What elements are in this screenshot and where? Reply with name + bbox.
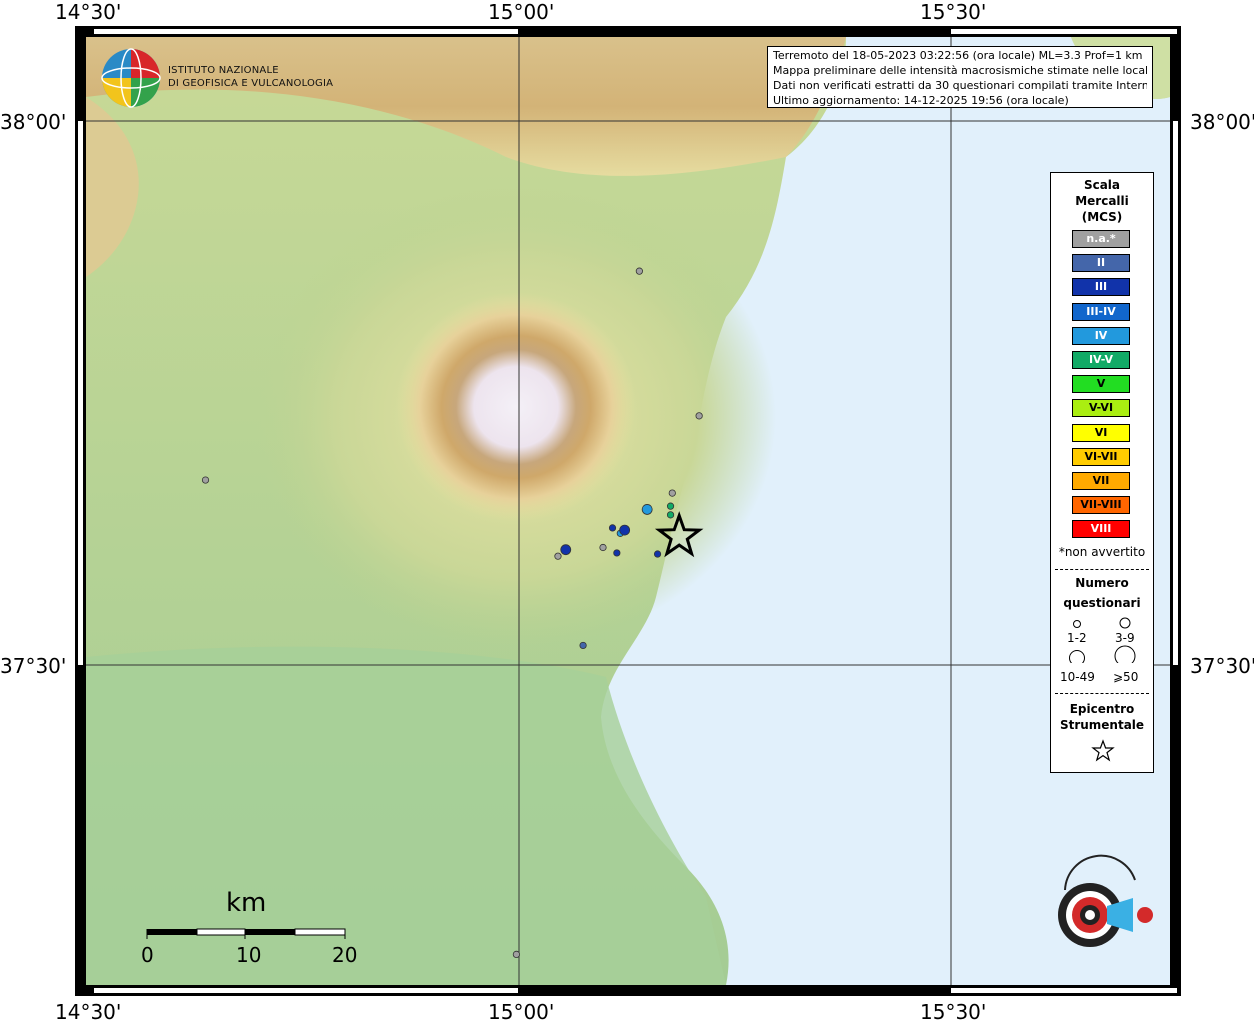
intensity-2: III (1072, 278, 1130, 297)
intensity-3: III-IV (1072, 302, 1130, 321)
intensity-point (619, 524, 631, 536)
intensity-point (668, 489, 676, 497)
questionnaires-title-1: Numero (1075, 576, 1129, 590)
q-size-2: 3-9 (1115, 631, 1135, 645)
legend-title-3: (MCS) (1081, 210, 1123, 224)
bottom-label-2: 15°00' (488, 1000, 555, 1024)
intensity-point (666, 502, 675, 510)
intensity-point (608, 524, 617, 532)
bottom-label-1: 14°30' (55, 1000, 122, 1024)
epicenter-title-2: Strumentale (1059, 718, 1145, 732)
terrain-map (86, 37, 1170, 985)
legend: Scala Mercalli (MCS) n.a.* II III III-IV IV I… (1050, 172, 1154, 773)
right-label-1: 38°00' (1190, 110, 1254, 134)
intensity-5: IV-V (1072, 351, 1130, 369)
intensity-10: VII (1072, 472, 1130, 490)
scale-unit: km (226, 888, 267, 918)
intensity-9: VI-VII (1072, 447, 1130, 466)
right-label-2: 37°30' (1190, 654, 1254, 678)
bottom-label-3: 15°30' (920, 1000, 987, 1024)
info-box: Terremoto del 18-05-2023 03:22:56 (ora l… (767, 46, 1153, 108)
scale-bar (146, 928, 346, 939)
intensity-0: n.a.* (1072, 230, 1130, 248)
intensity-7: V-VI (1072, 399, 1130, 418)
intensity-point (635, 267, 643, 275)
left-label-2: 37°30' (0, 654, 67, 678)
intensity-6: V (1072, 375, 1130, 394)
intensity-11: VII-VIII (1072, 496, 1130, 515)
intensity-point (201, 476, 210, 484)
intensity-point (512, 950, 521, 959)
info-line-2: Mappa preliminare delle intensità macros… (773, 64, 1147, 77)
legend-title-2: Mercalli (1075, 194, 1129, 208)
intensity-point (560, 544, 572, 556)
not-felt-note: *non avvertito (1058, 545, 1146, 559)
intensity-point (695, 412, 703, 420)
info-line-1: Terremoto del 18-05-2023 03:22:56 (ora l… (773, 49, 1143, 62)
epicenter-title-1: Epicentro (1069, 702, 1135, 716)
q-size-1: 1-2 (1067, 631, 1087, 645)
info-line-4: Ultimo aggiornamento: 14-12-2025 19:56 (… (773, 94, 1069, 107)
top-label-1: 14°30' (55, 0, 122, 24)
info-line-3: Dati non verificati estratti da 30 quest… (773, 79, 1147, 92)
intensity-point (554, 552, 562, 560)
intensity-1: II (1072, 254, 1130, 273)
scale-tick-0: 0 (141, 943, 154, 967)
scale-tick-20: 20 (332, 943, 358, 967)
q-size-4: ⩾50 (1113, 670, 1139, 684)
epicenter-star-icon (1091, 739, 1115, 762)
haisentito-logo (1058, 854, 1153, 947)
intensity-point (579, 641, 587, 650)
map-area[interactable] (86, 37, 1170, 985)
intensity-point (641, 504, 653, 515)
scale-tick-10: 10 (236, 943, 262, 967)
intensity-point (666, 511, 675, 519)
questionnaires-title-2: questionari (1063, 596, 1141, 610)
q-size-3: 10-49 (1060, 670, 1095, 684)
ingv-logo-text: ISTITUTO NAZIONALE DI GEOFISICA E VULCAN… (168, 65, 334, 89)
intensity-point (599, 543, 607, 552)
intensity-12: VIII (1072, 520, 1130, 539)
intensity-point (653, 550, 662, 558)
intensity-point (613, 549, 621, 557)
top-label-3: 15°30' (920, 0, 987, 24)
legend-title-1: Scala (1083, 178, 1121, 192)
top-label-2: 15°00' (488, 0, 555, 24)
intensity-4: IV (1072, 326, 1130, 345)
left-label-1: 38°00' (0, 110, 67, 134)
intensity-8: VI (1072, 423, 1130, 442)
